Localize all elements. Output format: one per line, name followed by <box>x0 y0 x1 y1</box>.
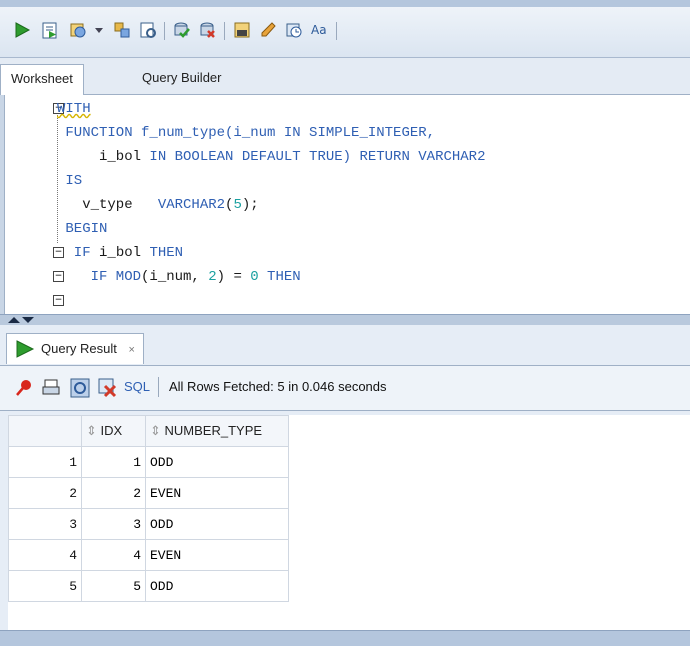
format-case-icon[interactable]: Aa <box>310 20 330 40</box>
row-number: 1 <box>8 446 82 478</box>
cell-idx[interactable]: 1 <box>81 446 146 478</box>
cell-idx[interactable]: 2 <box>81 477 146 509</box>
clear-icon[interactable] <box>258 20 278 40</box>
results-grid[interactable]: ⇕ IDX ⇕ NUMBER_TYPE 1 1 ODD 2 2 EVEN 3 3… <box>8 415 690 630</box>
run-script-icon[interactable] <box>40 20 60 40</box>
refresh-icon[interactable] <box>70 378 90 398</box>
toolbar-separator <box>164 22 165 40</box>
row-number-header <box>8 415 82 447</box>
tab-query-result[interactable]: Query Result × <box>6 333 144 364</box>
print-icon[interactable] <box>42 378 62 398</box>
pin-icon[interactable] <box>14 378 34 398</box>
explain-plan-icon[interactable] <box>112 20 132 40</box>
code-line-6: BEGIN <box>57 221 108 237</box>
rollback-icon[interactable] <box>198 20 218 40</box>
toolbar-separator <box>336 22 337 40</box>
code-line-3: i_bol IN BOOLEAN DEFAULT TRUE) RETURN VA… <box>57 149 486 165</box>
worksheet-toolbar: Aa <box>0 7 690 58</box>
toolbar-separator <box>158 377 159 397</box>
results-table: ⇕ IDX ⇕ NUMBER_TYPE 1 1 ODD 2 2 EVEN 3 3… <box>8 415 289 602</box>
table-row[interactable]: 4 4 EVEN <box>8 539 289 571</box>
run-result-icon <box>16 340 35 358</box>
tab-worksheet[interactable]: Worksheet <box>0 64 84 95</box>
results-panel: Query Result × SQL All Rows Fetched: 5 i… <box>0 325 690 630</box>
code-line-7: IF i_bol THEN <box>57 245 184 261</box>
table-row[interactable]: 2 2 EVEN <box>8 477 289 509</box>
commit-icon[interactable] <box>172 20 192 40</box>
tab-query-builder[interactable]: Query Builder <box>142 64 221 94</box>
cell-number-type[interactable]: EVEN <box>145 539 289 571</box>
code-area[interactable]: WITH FUNCTION f_num_type(i_num IN SIMPLE… <box>57 95 690 314</box>
fetch-status: All Rows Fetched: 5 in 0.046 seconds <box>169 379 387 394</box>
cancel-query-icon[interactable] <box>98 378 118 398</box>
results-toolbar: SQL All Rows Fetched: 5 in 0.046 seconds <box>0 365 690 411</box>
row-number: 4 <box>8 539 82 571</box>
cell-number-type[interactable]: EVEN <box>145 477 289 509</box>
code-line-5: v_type VARCHAR2(5); <box>57 197 259 213</box>
dropdown-icon[interactable] <box>92 20 106 40</box>
run-statement-icon[interactable] <box>12 20 32 40</box>
sql-link[interactable]: SQL <box>124 379 150 394</box>
query-result-label: Query Result <box>41 341 117 356</box>
code-line-4: IS <box>57 173 83 189</box>
row-number: 2 <box>8 477 82 509</box>
code-line-1: WITH <box>57 101 91 117</box>
sql-tuning-icon[interactable] <box>138 20 158 40</box>
column-header-idx[interactable]: ⇕ IDX <box>81 415 146 447</box>
history-icon[interactable] <box>284 20 304 40</box>
row-number: 5 <box>8 570 82 602</box>
table-row[interactable]: 3 3 ODD <box>8 508 289 540</box>
sql-worksheet-icon[interactable] <box>232 20 252 40</box>
window-top-strip <box>0 0 690 7</box>
autotrace-icon[interactable] <box>68 20 88 40</box>
cell-number-type[interactable]: ODD <box>145 570 289 602</box>
splitter-arrows-icon[interactable] <box>6 315 36 325</box>
cell-idx[interactable]: 5 <box>81 570 146 602</box>
table-row[interactable]: 1 1 ODD <box>8 446 289 478</box>
cell-number-type[interactable]: ODD <box>145 446 289 478</box>
editor-tabs: Worksheet Query Builder <box>0 58 690 95</box>
svg-text:Aa: Aa <box>311 23 327 37</box>
cell-number-type[interactable]: ODD <box>145 508 289 540</box>
cell-idx[interactable]: 3 <box>81 508 146 540</box>
editor-gutter <box>5 95 57 314</box>
table-header-row: ⇕ IDX ⇕ NUMBER_TYPE <box>8 415 289 447</box>
status-bar <box>0 630 690 646</box>
code-line-2: FUNCTION f_num_type(i_num IN SIMPLE_INTE… <box>57 125 436 141</box>
row-number: 3 <box>8 508 82 540</box>
table-row[interactable]: 5 5 ODD <box>8 570 289 602</box>
close-tab-icon[interactable]: × <box>129 344 135 356</box>
toolbar-separator <box>224 22 225 40</box>
code-line-8: IF MOD(i_num, 2) = 0 THEN <box>57 269 301 285</box>
sql-editor[interactable]: − − − − WITH FUNCTION f_num_type(i_num I… <box>4 95 690 314</box>
column-header-number-type[interactable]: ⇕ NUMBER_TYPE <box>145 415 289 447</box>
cell-idx[interactable]: 4 <box>81 539 146 571</box>
